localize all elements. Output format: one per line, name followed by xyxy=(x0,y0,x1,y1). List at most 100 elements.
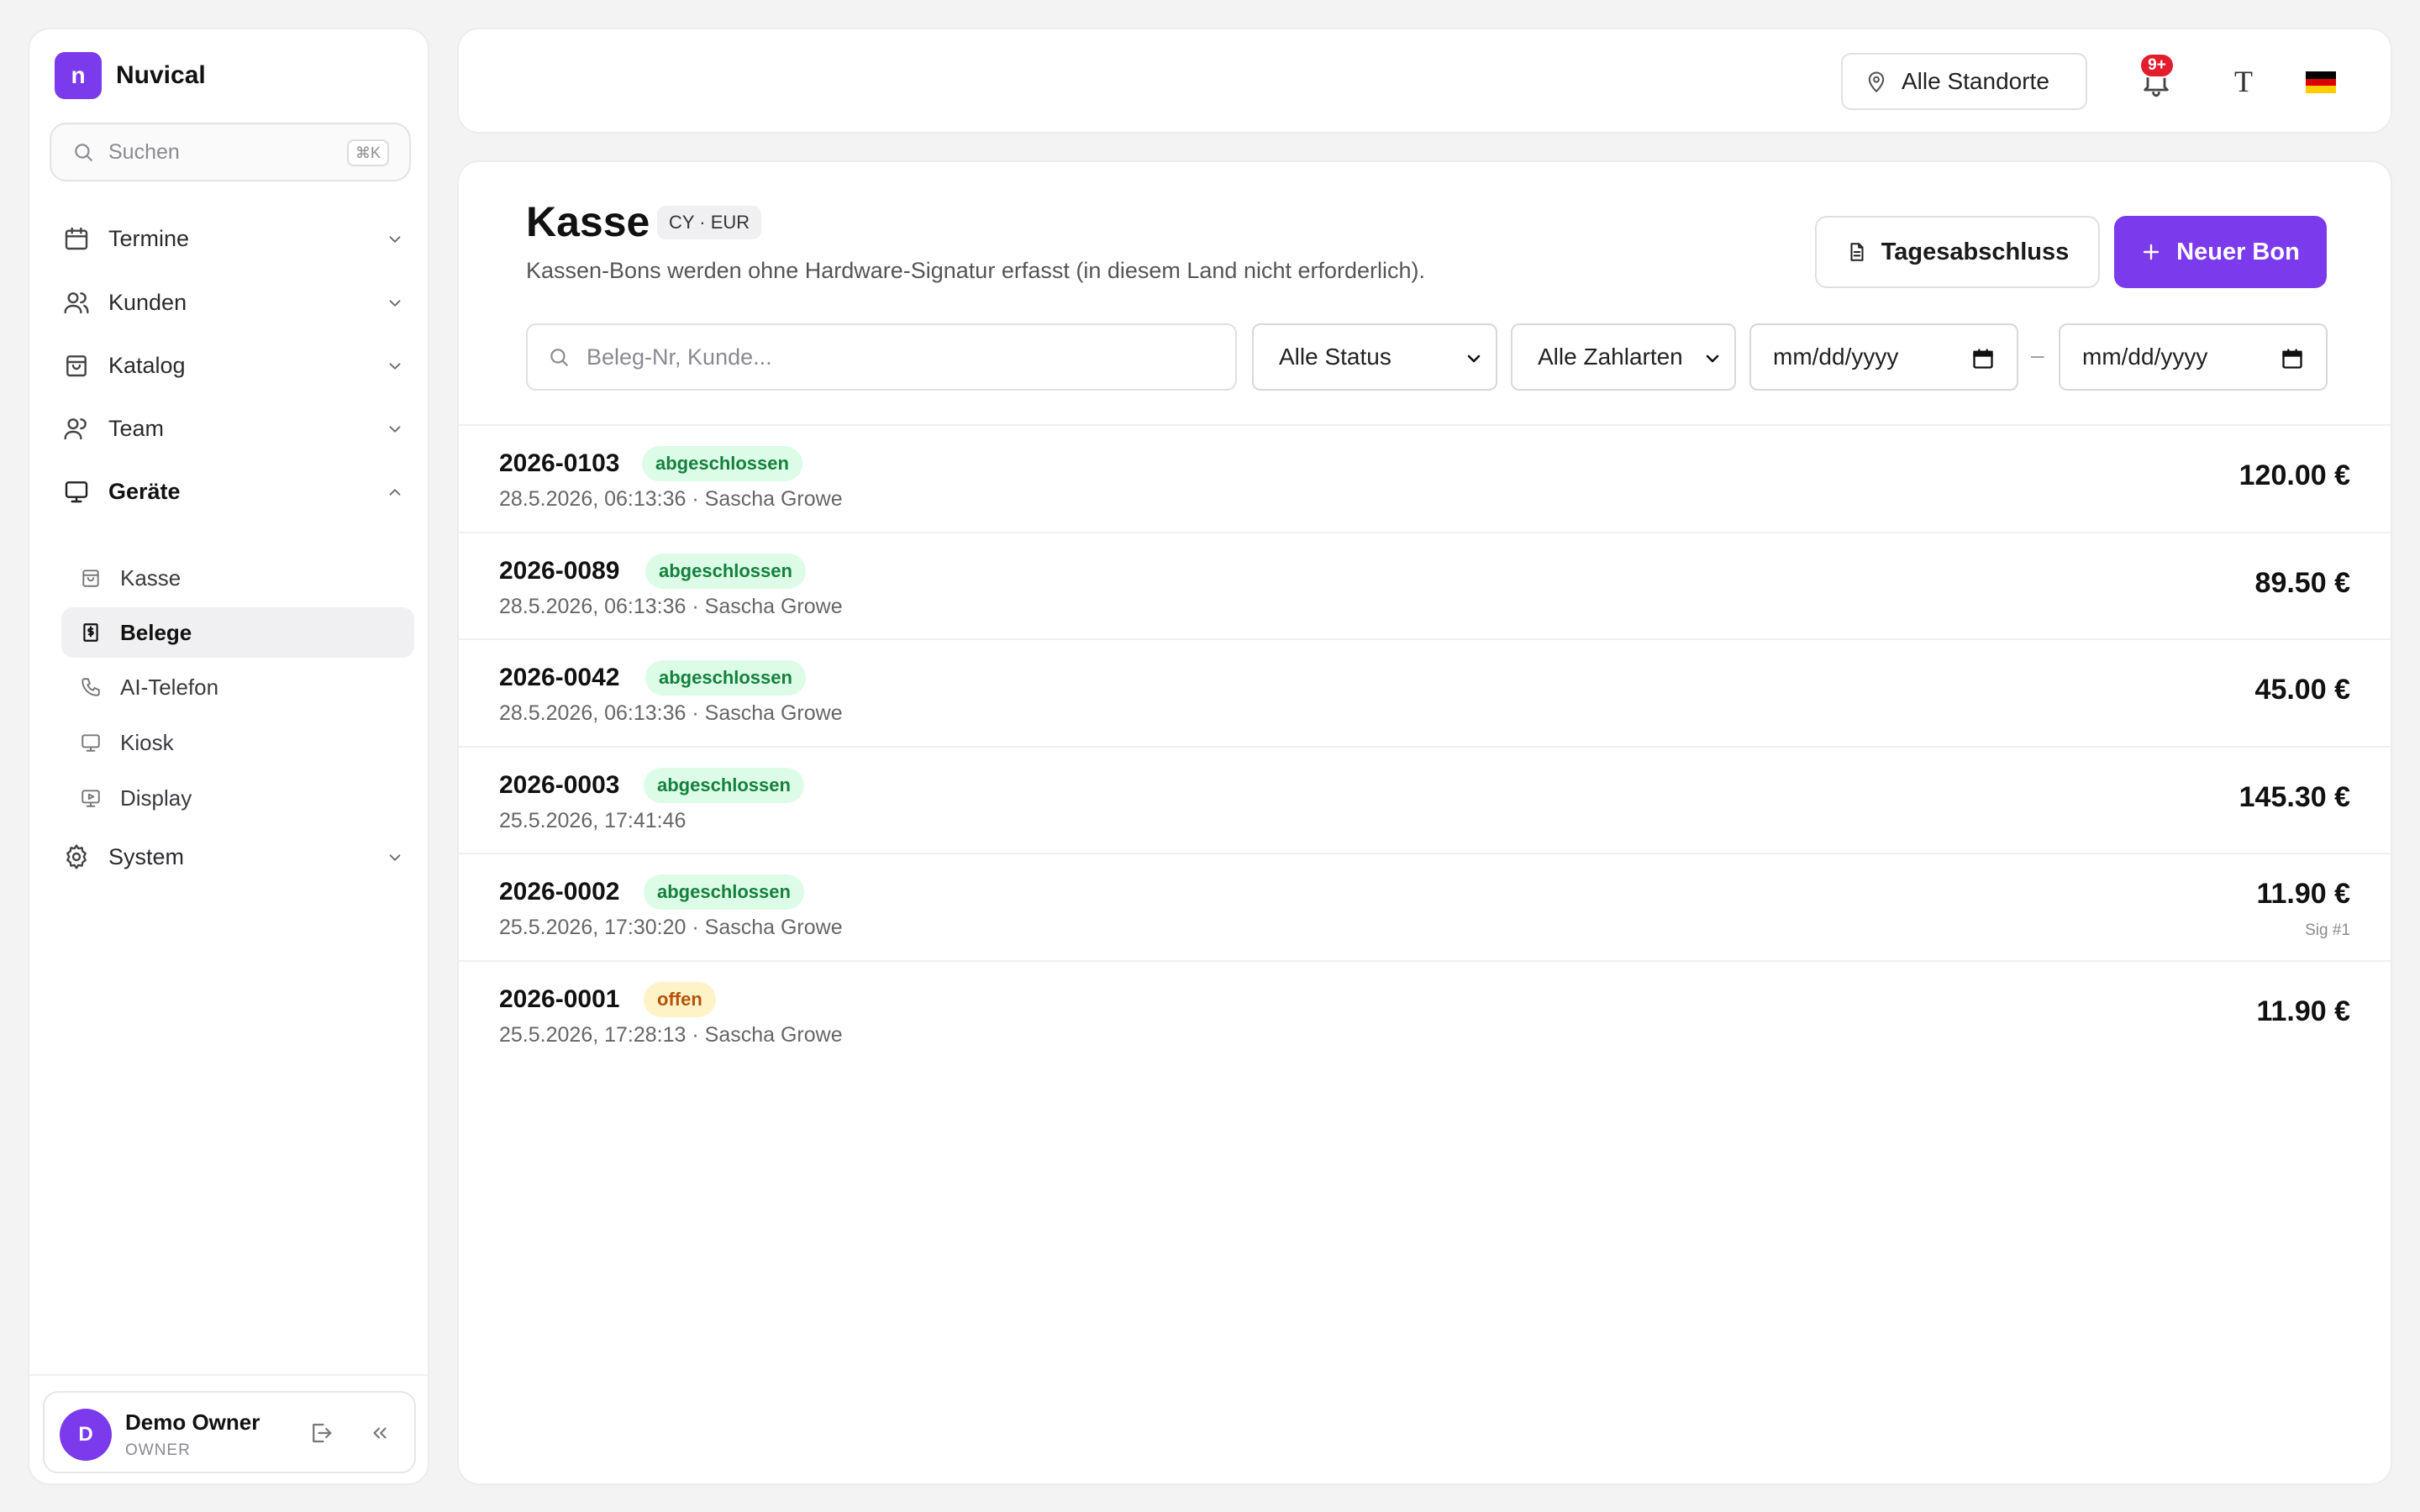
receipt-number: 2026-0089 xyxy=(499,557,620,585)
sidebar-search-placeholder: Suchen xyxy=(108,139,180,164)
page-subtitle: Kassen-Bons werden ohne Hardware-Signatu… xyxy=(526,258,1426,283)
flag-de-icon[interactable] xyxy=(2306,71,2336,93)
receipt-search-input[interactable]: Beleg-Nr, Kunde... xyxy=(526,323,1237,391)
sidebar: n Nuvical Suchen ⌘K Termine Kunden Katal… xyxy=(28,28,429,1485)
font-size-toggle[interactable]: T xyxy=(2223,61,2264,102)
sidebar-subitem-kiosk[interactable]: Kiosk xyxy=(61,717,414,768)
receipt-icon xyxy=(80,622,102,643)
date-from-input[interactable]: mm/dd/yyyy xyxy=(1749,323,2018,391)
sidebar-subitem-label: Display xyxy=(120,785,192,811)
user-card[interactable]: D Demo Owner OWNER xyxy=(43,1391,416,1473)
receipt-number: 2026-0003 xyxy=(499,771,620,799)
receipt-meta: 25.5.2026, 17:28:13 · Sascha Growe xyxy=(499,1023,843,1047)
user-role: OWNER xyxy=(125,1441,191,1459)
monitor-icon xyxy=(63,478,90,505)
brand-name: Nuvical xyxy=(116,61,206,89)
receipt-amount: 145.30 € xyxy=(2238,781,2350,813)
receipt-row[interactable]: 2026-0003 abgeschlossen 25.5.2026, 17:41… xyxy=(459,746,2391,853)
sidebar-subitem-label: AI-Telefon xyxy=(120,674,219,700)
daily-close-button[interactable]: Tagesabschluss xyxy=(1815,216,2100,288)
collapse-sidebar-icon[interactable] xyxy=(369,1422,391,1444)
sidebar-item-kunden[interactable]: Kunden xyxy=(46,278,416,327)
sidebar-subitem-display[interactable]: Display xyxy=(61,773,414,823)
logout-icon[interactable] xyxy=(308,1420,334,1446)
brand[interactable]: n Nuvical xyxy=(55,52,206,99)
chevron-up-icon xyxy=(386,483,404,501)
status-badge: abgeschlossen xyxy=(642,446,802,481)
location-selector[interactable]: Alle Standorte xyxy=(1841,53,2087,110)
users-icon xyxy=(63,289,90,316)
sidebar-item-label: Kunden xyxy=(108,289,187,315)
receipt-row[interactable]: 2026-0002 abgeschlossen 25.5.2026, 17:30… xyxy=(459,853,2391,960)
chevron-down-icon xyxy=(386,848,404,867)
receipt-meta: 28.5.2026, 06:13:36 · Sascha Growe xyxy=(499,701,843,725)
daily-close-label: Tagesabschluss xyxy=(1881,238,2070,265)
chevron-down-icon xyxy=(386,230,404,249)
status-badge: abgeschlossen xyxy=(645,660,806,696)
sidebar-item-system[interactable]: System xyxy=(46,832,416,881)
receipt-row[interactable]: 2026-0089 abgeschlossen 28.5.2026, 06:13… xyxy=(459,532,2391,639)
receipt-amount: 11.90 € xyxy=(2256,995,2350,1027)
sidebar-item-katalog[interactable]: Katalog xyxy=(46,341,416,390)
chevron-down-icon xyxy=(386,357,404,375)
status-badge: abgeschlossen xyxy=(645,554,806,589)
sidebar-item-team[interactable]: Team xyxy=(46,404,416,453)
document-icon xyxy=(1846,240,1868,264)
receipt-amount: 120.00 € xyxy=(2238,459,2350,491)
sidebar-item-termine[interactable]: Termine xyxy=(46,214,416,263)
payment-filter-select[interactable]: Alle Zahlarten xyxy=(1511,323,1736,391)
receipt-meta: 25.5.2026, 17:30:20 · Sascha Growe xyxy=(499,916,843,939)
chevron-down-icon xyxy=(1464,349,1484,369)
chevron-down-icon xyxy=(386,294,404,312)
search-icon xyxy=(548,346,570,368)
status-filter-select[interactable]: Alle Status xyxy=(1252,323,1497,391)
sidebar-subitem-label: Belege xyxy=(120,619,192,645)
display-icon xyxy=(80,787,102,809)
status-filter-value: Alle Status xyxy=(1279,344,1392,370)
receipt-search-placeholder: Beleg-Nr, Kunde... xyxy=(587,344,772,370)
receipt-row[interactable]: 2026-0103 abgeschlossen 28.5.2026, 06:13… xyxy=(459,424,2391,532)
sidebar-subitem-kasse[interactable]: Kasse xyxy=(61,553,414,603)
location-label: Alle Standorte xyxy=(1902,68,2049,94)
top-bar: Alle Standorte 9+ T xyxy=(457,28,2392,134)
signature-label: Sig #1 xyxy=(2305,921,2350,939)
status-badge: abgeschlossen xyxy=(644,874,804,910)
sidebar-item-label: Team xyxy=(108,415,165,441)
notification-badge: 9+ xyxy=(2139,53,2175,78)
team-icon xyxy=(63,415,90,442)
sidebar-subitem-label: Kiosk xyxy=(120,729,174,755)
date-from-value: mm/dd/yyyy xyxy=(1773,344,1899,370)
new-receipt-label: Neuer Bon xyxy=(2176,238,2300,265)
user-name: Demo Owner xyxy=(125,1410,260,1435)
plus-icon xyxy=(2141,242,2161,262)
calendar-icon xyxy=(63,225,90,252)
receipt-meta: 25.5.2026, 17:41:46 xyxy=(499,809,687,832)
page-title: Kasse xyxy=(526,198,650,245)
sidebar-item-geraete[interactable]: Geräte xyxy=(46,467,416,516)
monitor-icon xyxy=(80,732,102,753)
currency-badge: CY · EUR xyxy=(657,206,762,239)
sidebar-search-input[interactable]: Suchen ⌘K xyxy=(50,123,411,181)
receipt-number: 2026-0103 xyxy=(499,449,620,477)
date-to-input[interactable]: mm/dd/yyyy xyxy=(2059,323,2328,391)
status-badge: offen xyxy=(644,982,716,1017)
avatar: D xyxy=(60,1409,112,1461)
search-icon xyxy=(72,141,94,163)
receipt-amount: 89.50 € xyxy=(2254,567,2350,599)
sidebar-item-label: System xyxy=(108,843,185,869)
phone-icon xyxy=(80,676,102,698)
chevron-down-icon xyxy=(1702,349,1723,369)
receipt-row[interactable]: 2026-0001 offen 25.5.2026, 17:28:13 · Sa… xyxy=(459,960,2391,1068)
calendar-icon[interactable] xyxy=(1971,347,1995,370)
sidebar-item-label: Katalog xyxy=(108,352,186,378)
main-panel: Kasse CY · EUR Kassen-Bons werden ohne H… xyxy=(457,160,2392,1485)
sidebar-subitem-ai-telefon[interactable]: AI-Telefon xyxy=(61,662,414,712)
receipt-row[interactable]: 2026-0042 abgeschlossen 28.5.2026, 06:13… xyxy=(459,638,2391,746)
new-receipt-button[interactable]: Neuer Bon xyxy=(2114,216,2327,288)
sidebar-item-label: Termine xyxy=(108,225,190,251)
gear-icon xyxy=(63,843,90,870)
sidebar-subitem-belege[interactable]: Belege xyxy=(61,607,414,658)
receipt-amount: 11.90 € xyxy=(2256,878,2350,910)
calendar-icon[interactable] xyxy=(2281,347,2304,370)
brand-logo: n xyxy=(55,52,102,99)
